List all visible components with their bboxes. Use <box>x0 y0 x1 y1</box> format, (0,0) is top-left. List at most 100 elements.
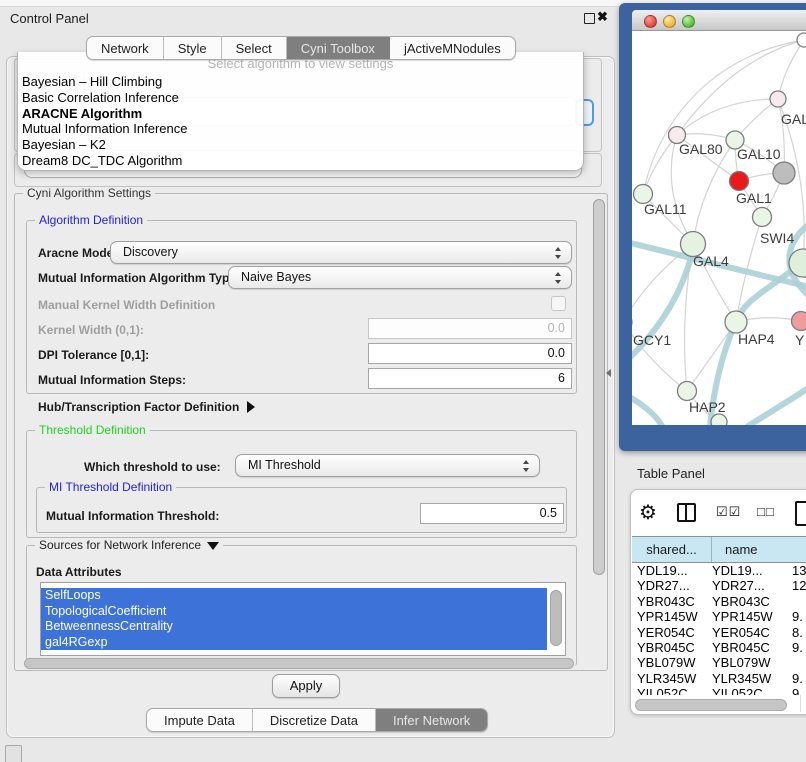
scrollbar-corner <box>800 695 806 712</box>
gear-icon[interactable]: ⚙ <box>639 503 657 523</box>
deselect-all-checkboxes-icon[interactable]: □□ <box>757 504 775 519</box>
network-window-titlebar[interactable] <box>632 10 806 31</box>
hub-definition-toggle[interactable]: Hub/Transcription Factor Definition <box>38 400 255 414</box>
combo-arrows-icon <box>523 459 530 473</box>
node-label: GAL1 <box>736 190 772 206</box>
mi-threshold-label: Mutual Information Threshold: <box>46 509 219 523</box>
tab-label: Network <box>101 41 149 56</box>
tab-label: Style <box>178 41 207 56</box>
which-threshold-combobox[interactable]: MI Threshold <box>235 454 540 477</box>
network-view[interactable]: GALGAL80GAL10GAL1GAL11GAL4SWI4HAP4YGCY1H… <box>632 31 806 425</box>
list-item[interactable]: BetweennessCentrality <box>41 619 547 635</box>
tab-label: Cyni Toolbox <box>301 41 375 56</box>
cell-name: YIL052C <box>708 686 788 695</box>
cell-name: YBR045C <box>708 640 788 655</box>
network-node[interactable] <box>770 91 786 107</box>
network-node[interactable] <box>725 311 747 333</box>
aracne-mode-combobox[interactable]: Discovery <box>110 241 572 264</box>
document-icon[interactable] <box>795 501 806 526</box>
network-node[interactable] <box>730 172 749 191</box>
network-node[interactable] <box>711 414 727 425</box>
algorithm-option[interactable]: Bayesian – Hill Climbing <box>21 74 580 90</box>
node-label: HAP2 <box>689 399 726 415</box>
network-canvas-svg: GALGAL80GAL10GAL1GAL11GAL4SWI4HAP4YGCY1H… <box>632 31 806 425</box>
zoom-traffic-light-icon[interactable] <box>682 15 695 28</box>
cell-name: YDR27... <box>708 578 788 593</box>
algorithm-option[interactable]: Basic Correlation Inference <box>21 90 580 106</box>
tab[interactable]: Cyni Toolbox <box>287 37 390 59</box>
column-header[interactable]: shared... <box>632 537 712 562</box>
cell-name: YDL19... <box>708 563 788 578</box>
collapse-arrow-icon <box>207 542 219 550</box>
network-node[interactable] <box>678 382 697 401</box>
network-node[interactable] <box>792 312 806 331</box>
manual-kernel-checkbox[interactable] <box>551 296 566 311</box>
table-row[interactable]: YDL19... YDL19... 13 <box>632 563 806 578</box>
table-row[interactable]: YBR043C YBR043C <box>632 594 806 609</box>
popup-list: Bayesian – Hill ClimbingBasic Correlatio… <box>21 74 580 169</box>
settings-horizontal-scrollbar[interactable] <box>24 658 574 669</box>
list-item[interactable]: SelfLoops <box>41 588 547 604</box>
algorithm-option[interactable]: Mutual Information Inference <box>21 121 580 137</box>
aracne-mode-value: Discovery <box>123 245 178 259</box>
tab[interactable]: Style <box>164 37 222 59</box>
network-node[interactable] <box>797 33 806 47</box>
table-row[interactable]: YDR27... YDR27... 12 <box>632 578 806 593</box>
network-node[interactable] <box>773 162 795 184</box>
node-label: GAL80 <box>679 141 723 157</box>
table-row[interactable]: YLR345W YLR345W 9. <box>632 671 806 686</box>
data-attributes-list[interactable]: SelfLoopsTopologicalCoefficientBetweenne… <box>40 582 566 656</box>
algorithm-option[interactable]: ARACNE Algorithm <box>21 106 580 122</box>
node-table: shared...nameA YDL19... YDL19... 13 YDR2… <box>632 536 806 695</box>
list-item[interactable]: TopologicalCoefficient <box>41 604 547 620</box>
tab-label: Impute Data <box>164 713 235 728</box>
table-row[interactable]: YER054C YER054C 8. <box>632 625 806 640</box>
algorithm-option[interactable]: Bayesian – K2 <box>21 137 580 153</box>
select-all-checkboxes-icon[interactable]: ☑☑ <box>716 504 741 520</box>
aracne-mode-label: Aracne Mode: <box>38 246 117 260</box>
network-node[interactable] <box>753 208 772 227</box>
close-traffic-light-icon[interactable] <box>644 15 657 28</box>
splitter-collapse-icon[interactable] <box>606 369 611 377</box>
minimize-traffic-light-icon[interactable] <box>663 15 676 28</box>
list-vertical-scrollbar[interactable] <box>550 590 562 646</box>
table-row[interactable]: YPR145W YPR145W 9. <box>632 609 806 624</box>
algorithm-option[interactable]: Dream8 DC_TDC Algorithm <box>21 153 580 169</box>
tab[interactable]: Network <box>87 37 164 59</box>
tab[interactable]: Discretize Data <box>253 709 376 731</box>
dpi-tolerance-label: DPI Tolerance [0,1]: <box>38 348 149 362</box>
columns-icon[interactable] <box>677 503 696 522</box>
collapsed-panel-button[interactable] <box>5 745 22 762</box>
apply-button[interactable]: Apply <box>272 674 340 698</box>
tab[interactable]: jActiveMNodules <box>390 37 515 59</box>
mi-threshold-field[interactable]: 0.5 <box>420 503 564 524</box>
list-item[interactable]: gal4RGexp <box>41 635 547 651</box>
float-window-icon[interactable] <box>584 13 595 24</box>
dpi-tolerance-field[interactable]: 0.0 <box>368 343 572 364</box>
tab[interactable]: Select <box>222 37 287 59</box>
cell-name: YBR043C <box>708 594 788 609</box>
table-row[interactable]: YBR045C YBR045C 9. <box>632 640 806 655</box>
settings-group-title: Cyni Algorithm Settings <box>23 186 155 200</box>
table-row[interactable]: YIL052C YIL052C 9 <box>632 686 806 695</box>
kernel-width-field[interactable]: 0.0 <box>368 318 572 339</box>
control-panel-tabbar: Network Style Select Cyni Toolbox jActiv… <box>86 36 516 60</box>
table-horizontal-scrollbar[interactable] <box>635 699 787 711</box>
column-header[interactable]: name <box>712 537 806 562</box>
node-label: GCY1 <box>633 332 671 348</box>
settings-vertical-scrollbar[interactable] <box>593 199 605 575</box>
which-threshold-value: MI Threshold <box>248 458 321 472</box>
tab[interactable]: Impute Data <box>147 709 253 731</box>
node-label: Y <box>795 332 805 348</box>
node-label: SWI4 <box>760 230 794 246</box>
mi-steps-field[interactable]: 6 <box>368 368 572 389</box>
mi-type-label: Mutual Information Algorithm Type: <box>38 271 240 285</box>
tab-label: Select <box>236 41 272 56</box>
sources-group-title[interactable]: Sources for Network Inference <box>35 538 223 552</box>
close-icon[interactable]: ✖ <box>597 9 608 25</box>
table-row[interactable]: YBL079W YBL079W <box>632 655 806 670</box>
cell-value: 9. <box>788 609 806 624</box>
cell-value: 9. <box>788 671 806 686</box>
tab[interactable]: Infer Network <box>376 709 487 731</box>
mi-type-combobox[interactable]: Naive Bayes <box>228 266 572 289</box>
